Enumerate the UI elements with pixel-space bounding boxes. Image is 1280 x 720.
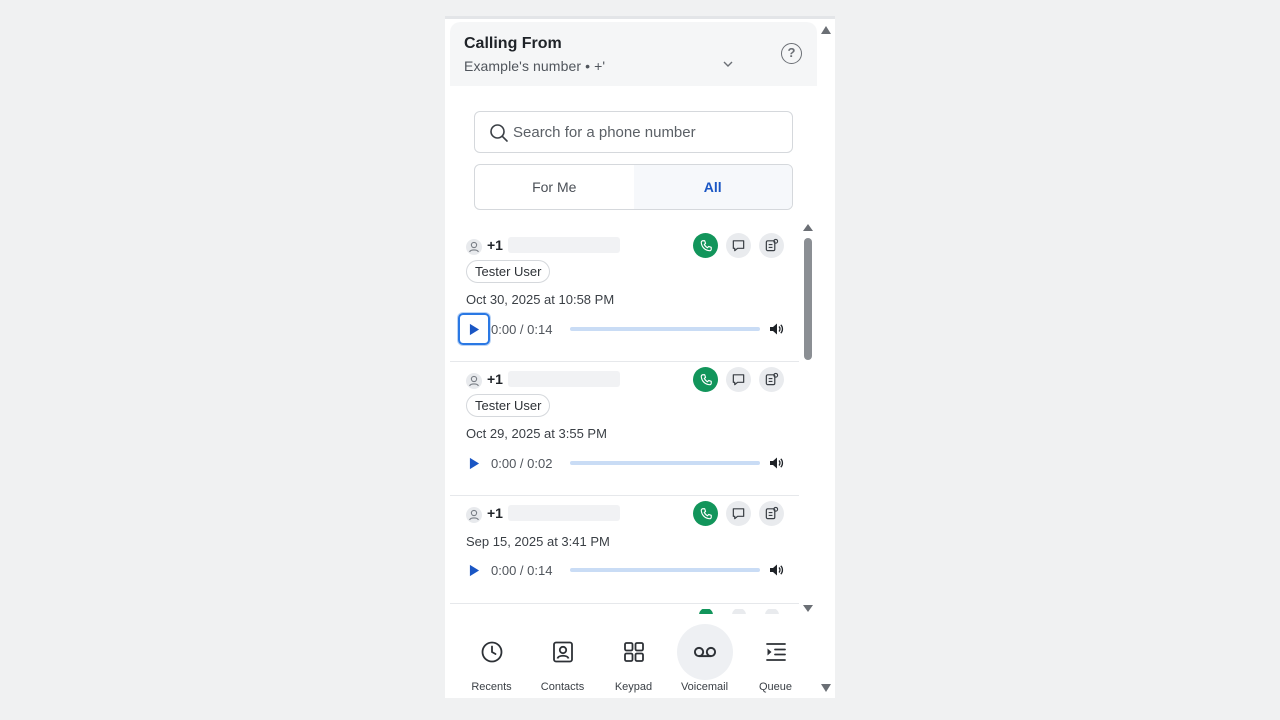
voicemail-app: Calling From Example's number • +' ? For… [450,22,817,698]
nav-label: Queue [758,681,793,693]
playback-time: 0:00 / 0:14 [491,563,553,578]
nav-label: Contacts [540,681,585,693]
item-actions [693,501,784,526]
voicemail-date: Oct 30, 2025 at 10:58 PM [466,292,615,307]
seek-bar[interactable] [570,327,760,331]
search-icon [490,124,508,142]
chat-bubble-icon [732,374,745,386]
transcript-icon [765,238,779,252]
bottom-nav: Recents Contacts Keypad Voicemail Queue [450,620,817,698]
phone-icon [700,239,712,251]
transcript-button[interactable] [759,367,784,392]
queue-icon [765,643,786,661]
volume-icon[interactable] [768,321,784,337]
scroll-up-arrow[interactable] [821,26,831,34]
voicemail-list: +1 Tester User Oct 30, 2025 at 10:58 PM [450,228,799,612]
item-actions [693,233,784,258]
scroll-thumb[interactable] [804,238,812,360]
calling-from-header[interactable]: Calling From Example's number • +' ? [450,22,817,86]
filter-for-me[interactable]: For Me [475,165,634,209]
scroll-up-arrow[interactable] [803,224,813,231]
audio-player: 0:00 / 0:14 [458,313,788,345]
redacted-number [508,237,620,253]
message-button[interactable] [726,367,751,392]
panel-scrollbar[interactable] [817,19,835,698]
calling-from-title: Calling From [464,35,562,52]
search-input[interactable] [513,120,783,144]
transcript-button[interactable] [759,501,784,526]
contact-tag: Tester User [466,394,551,417]
voicemail-item: +1 Sep 15, 2025 at 3:41 PM 0:00 / 0:14 [450,496,799,604]
item-actions [693,367,784,392]
chevron-down-icon[interactable] [722,58,734,70]
redacted-number [508,505,620,521]
phone-icon [700,373,712,385]
voicemail-date: Sep 15, 2025 at 3:41 PM [466,534,610,549]
nav-keypad[interactable]: Keypad [601,620,667,698]
avatar-icon [466,373,482,389]
avatar-icon [466,239,482,255]
nav-label: Keypad [614,681,653,693]
caller-number: +1 [487,371,503,387]
nav-contacts[interactable]: Contacts [530,620,596,698]
contact-card-icon [552,641,573,663]
caller-number: +1 [487,505,503,521]
call-back-button[interactable] [693,233,718,258]
scroll-down-arrow[interactable] [821,684,831,692]
play-icon [469,564,479,576]
voicemail-date: Oct 29, 2025 at 3:55 PM [466,426,607,441]
scroll-down-arrow[interactable] [803,605,813,612]
play-icon [469,323,479,335]
message-button[interactable] [726,233,751,258]
nav-recents[interactable]: Recents [459,620,525,698]
volume-icon[interactable] [768,455,784,471]
contact-tag: Tester User [466,260,551,283]
avatar-icon [466,507,482,523]
voicemail-item: +1 Tester User Oct 29, 2025 at 3:55 PM 0… [450,362,799,496]
seek-bar[interactable] [570,568,760,572]
call-back-button[interactable] [693,501,718,526]
filter-all[interactable]: All [633,165,792,209]
nav-label: Recents [471,681,512,693]
message-button[interactable] [726,501,751,526]
call-back-button[interactable] [693,367,718,392]
voicemail-item: +1 Tester User Oct 30, 2025 at 10:58 PM [450,228,799,362]
playback-time: 0:00 / 0:14 [491,322,553,337]
redacted-number [508,371,620,387]
phone-panel: Calling From Example's number • +' ? For… [445,16,835,698]
play-button[interactable] [458,447,490,479]
transcript-button[interactable] [759,233,784,258]
phone-icon [700,507,712,519]
audio-player: 0:00 / 0:14 [458,554,788,586]
volume-icon[interactable] [768,562,784,578]
next-item-peek [699,609,779,614]
voicemail-icon [693,646,716,658]
playback-time: 0:00 / 0:02 [491,456,553,471]
calling-from-number[interactable]: Example's number • +' [464,58,605,74]
list-scrollbar[interactable] [802,222,814,614]
clock-icon [481,641,502,663]
grid-icon [623,642,644,662]
transcript-icon [765,372,779,386]
play-button[interactable] [458,554,490,586]
filter-toggle: For Me All [474,164,793,210]
help-icon[interactable]: ? [781,43,802,64]
chat-bubble-icon [732,508,745,520]
caller-number: +1 [487,237,503,253]
nav-queue[interactable]: Queue [743,620,809,698]
nav-voicemail[interactable]: Voicemail [672,620,738,698]
play-button[interactable] [458,313,490,345]
chat-bubble-icon [732,240,745,252]
audio-player: 0:00 / 0:02 [458,447,788,479]
search-box[interactable] [474,111,793,153]
nav-label: Voicemail [680,681,729,693]
seek-bar[interactable] [570,461,760,465]
transcript-icon [765,506,779,520]
play-icon [469,457,479,469]
